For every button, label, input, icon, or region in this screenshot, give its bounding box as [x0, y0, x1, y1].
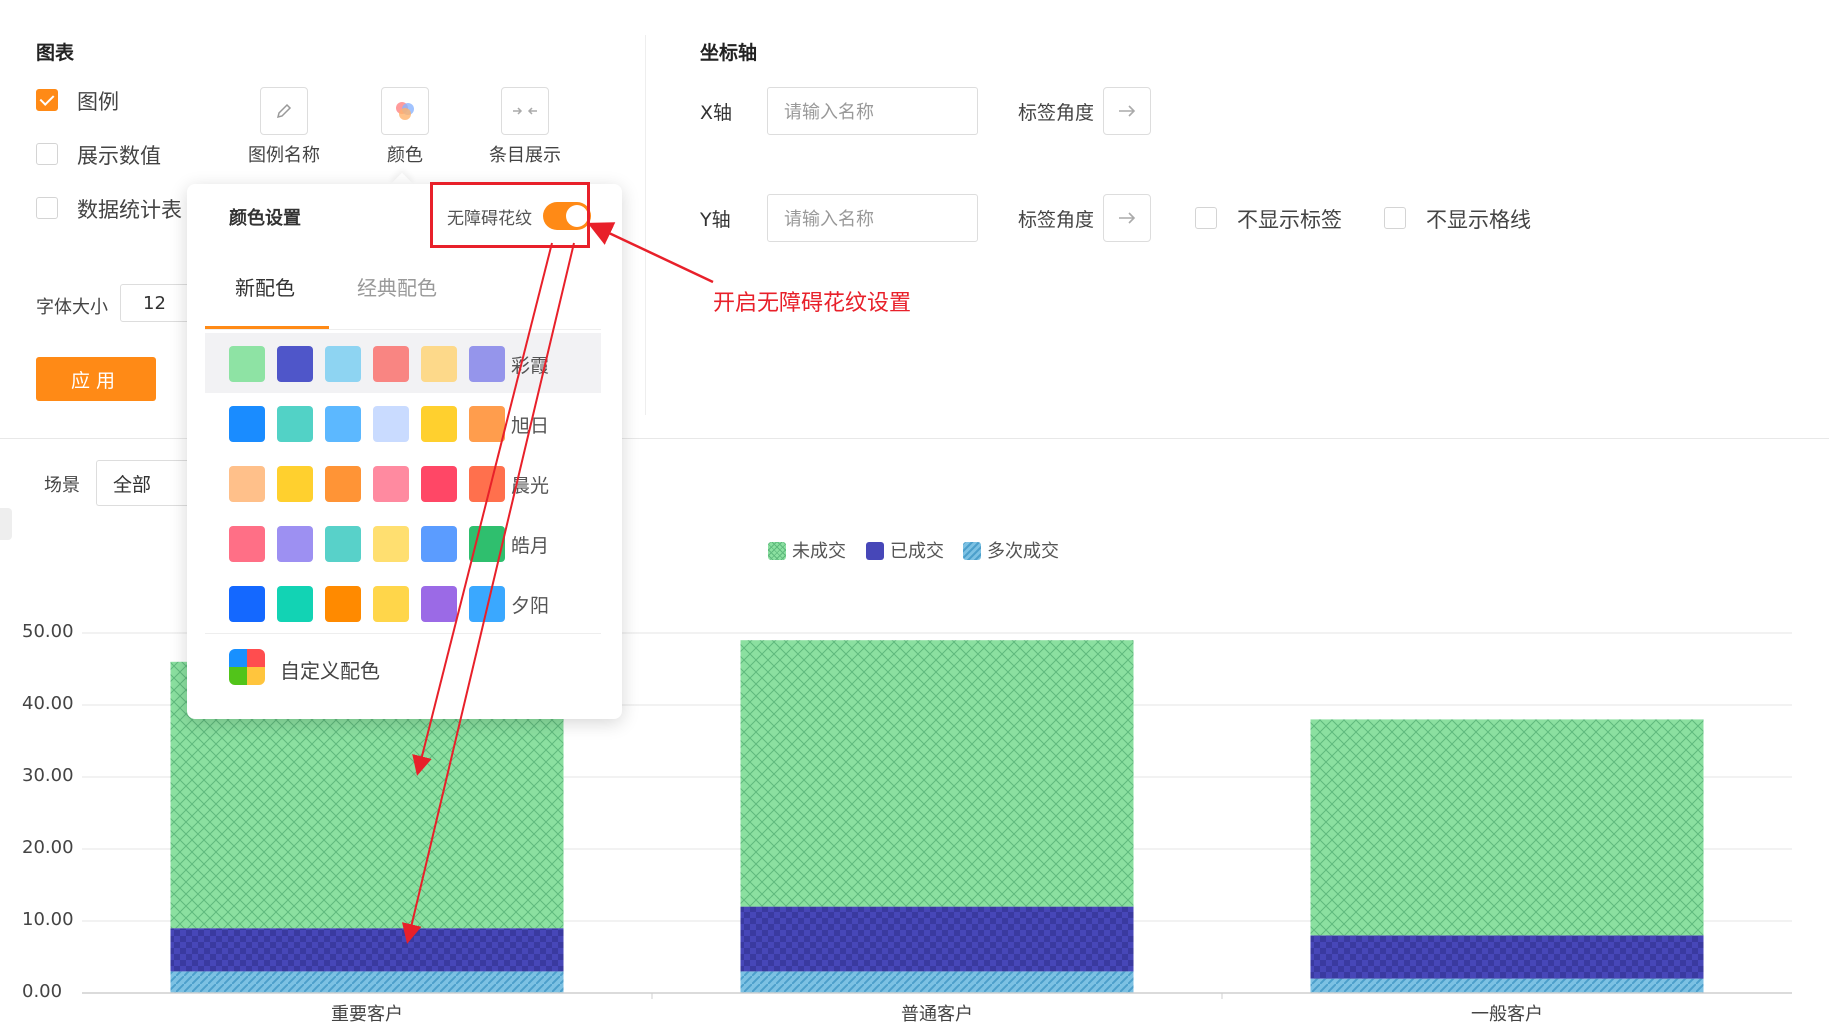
- color-swatch: [277, 466, 313, 502]
- legend-item-closed[interactable]: 已成交: [866, 537, 944, 563]
- popover-title: 颜色设置: [229, 208, 301, 229]
- color-swatch: [421, 406, 457, 442]
- color-swatch: [469, 586, 505, 622]
- color-swatch: [325, 466, 361, 502]
- custom-palette-button[interactable]: 自定义配色: [280, 655, 380, 684]
- legend-item-multiple[interactable]: 多次成交: [963, 537, 1059, 563]
- palette-name: 旭日: [511, 415, 550, 437]
- color-swatch: [229, 586, 265, 622]
- color-swatch: [277, 526, 313, 562]
- color-settings-popover: 颜色设置 无障碍花纹 新配色 经典配色 彩霞 旭日 晨光 皓月 夕阳 自定义配色: [187, 184, 622, 719]
- legend-label: 多次成交: [987, 541, 1059, 562]
- color-swatch: [421, 346, 457, 382]
- color-swatch: [469, 406, 505, 442]
- color-swatch: [229, 346, 265, 382]
- tab-divider: [205, 329, 601, 330]
- y-tick-label: 50.00: [22, 621, 74, 642]
- palette-row[interactable]: 旭日: [205, 393, 601, 453]
- bar-segment[interactable]: [1310, 978, 1704, 993]
- bar-segment[interactable]: [740, 640, 1134, 907]
- color-swatch: [421, 586, 457, 622]
- color-swatch: [325, 586, 361, 622]
- palette-row[interactable]: 彩霞: [205, 333, 601, 393]
- bar-segment[interactable]: [740, 906, 1134, 972]
- x-category-label: 普通客户: [901, 1004, 973, 1025]
- x-category-label: 一般客户: [1471, 1004, 1543, 1025]
- bar-segment[interactable]: [740, 971, 1134, 993]
- bar-segment[interactable]: [170, 971, 564, 993]
- legend-swatch-cross: [768, 542, 786, 560]
- y-tick-label: 10.00: [22, 909, 74, 930]
- color-swatch: [325, 346, 361, 382]
- color-swatch: [469, 466, 505, 502]
- legend-swatch-diag: [963, 542, 981, 560]
- color-swatch: [373, 466, 409, 502]
- legend-label: 已成交: [890, 541, 944, 562]
- y-tick-label: 40.00: [22, 693, 74, 714]
- custom-palette-icon: [229, 649, 265, 685]
- color-swatch: [325, 526, 361, 562]
- color-swatch: [421, 466, 457, 502]
- color-swatch: [373, 346, 409, 382]
- palette-name: 夕阳: [511, 595, 550, 617]
- color-swatch: [325, 406, 361, 442]
- legend-item-unclosed[interactable]: 未成交: [768, 537, 846, 563]
- palette-row[interactable]: 夕阳: [205, 573, 601, 633]
- tab-classic-palette[interactable]: 经典配色: [357, 272, 437, 301]
- bar-segment[interactable]: [1310, 935, 1704, 979]
- color-swatch: [277, 346, 313, 382]
- highlight-box: [430, 182, 590, 248]
- bar-segment[interactable]: [170, 928, 564, 972]
- color-swatch: [373, 406, 409, 442]
- color-swatch: [421, 526, 457, 562]
- palette-row[interactable]: 晨光: [205, 453, 601, 513]
- legend-label: 未成交: [792, 541, 846, 562]
- palette-row[interactable]: 皓月: [205, 513, 601, 573]
- palette-bottom-divider: [205, 633, 601, 634]
- tab-new-palette[interactable]: 新配色: [235, 272, 295, 301]
- color-swatch: [373, 526, 409, 562]
- y-tick-label: 0.00: [22, 981, 63, 1002]
- color-swatch: [277, 406, 313, 442]
- bar-segment[interactable]: [1310, 719, 1704, 936]
- y-tick-label: 30.00: [22, 765, 74, 786]
- x-category-label: 重要客户: [331, 1004, 403, 1025]
- color-swatch: [229, 526, 265, 562]
- annotation-text: 开启无障碍花纹设置: [713, 291, 912, 316]
- color-swatch: [277, 586, 313, 622]
- y-tick-label: 20.00: [22, 837, 74, 858]
- color-swatch: [229, 466, 265, 502]
- legend-swatch-check: [866, 542, 884, 560]
- color-swatch: [229, 406, 265, 442]
- color-swatch: [469, 346, 505, 382]
- palette-name: 彩霞: [511, 355, 550, 377]
- palette-name: 皓月: [511, 535, 550, 557]
- palette-name: 晨光: [511, 475, 550, 497]
- color-swatch: [373, 586, 409, 622]
- color-swatch: [469, 526, 505, 562]
